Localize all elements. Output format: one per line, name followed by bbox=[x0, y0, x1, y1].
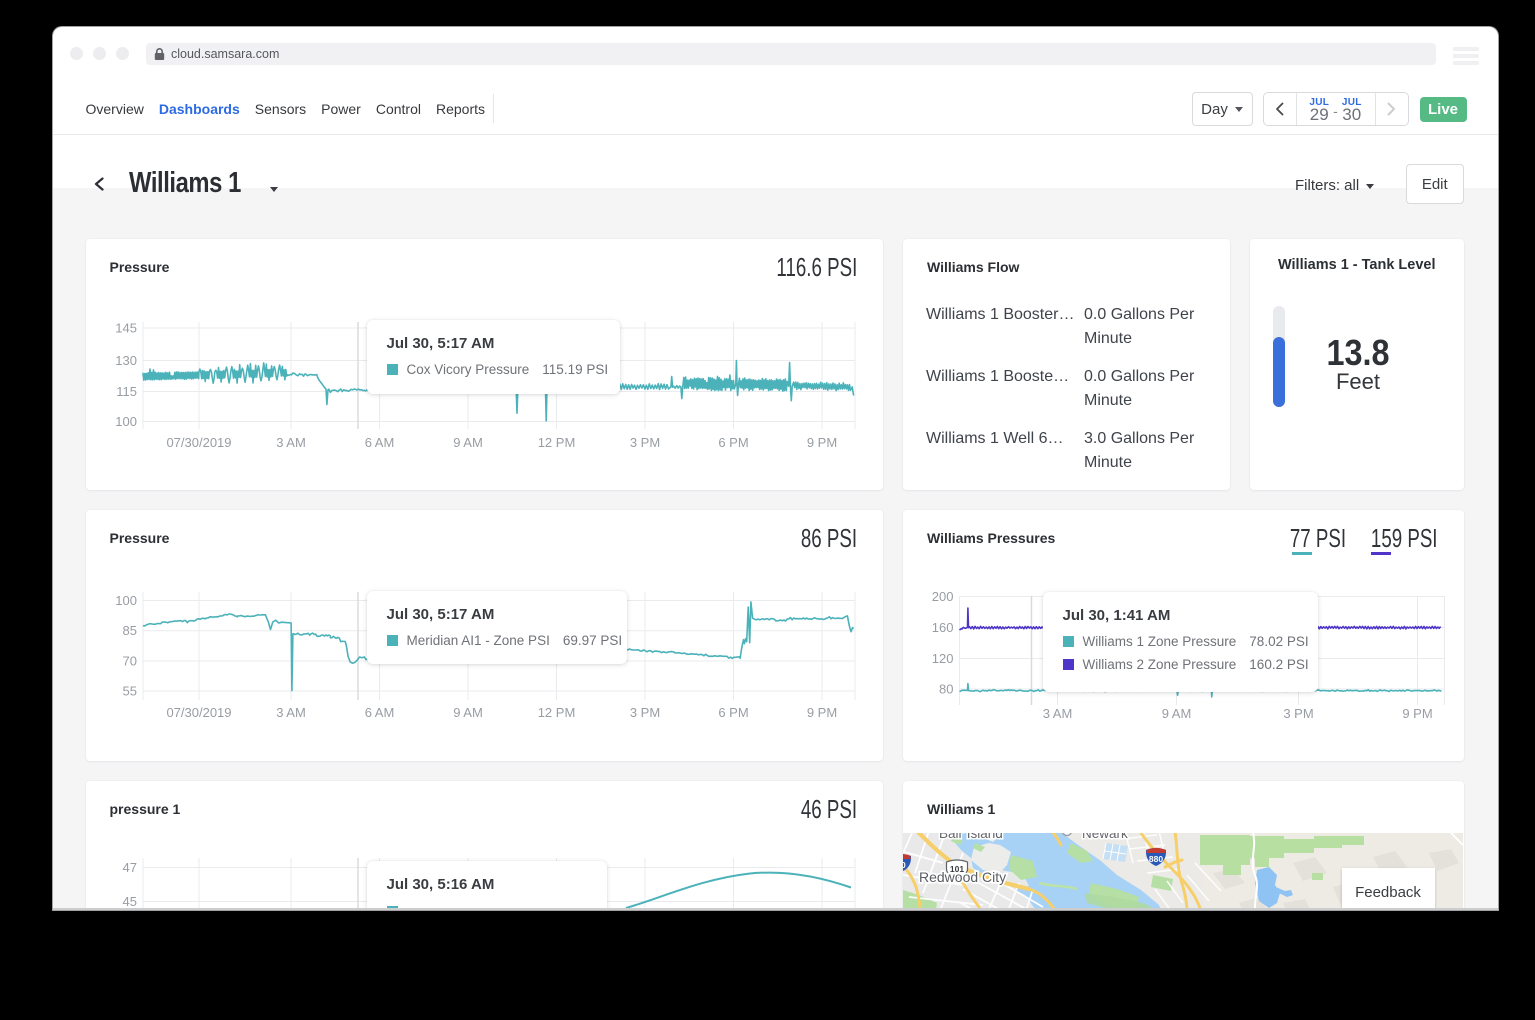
svg-text:880: 880 bbox=[1149, 854, 1163, 864]
svg-text:9 PM: 9 PM bbox=[806, 705, 836, 720]
svg-text:3 PM: 3 PM bbox=[629, 435, 659, 450]
svg-text:6 AM: 6 AM bbox=[364, 435, 394, 450]
svg-text:9 PM: 9 PM bbox=[1402, 706, 1432, 721]
svg-text:80: 80 bbox=[939, 682, 953, 697]
svg-text:70: 70 bbox=[122, 654, 136, 669]
svg-text:3 PM: 3 PM bbox=[1283, 706, 1313, 721]
svg-text:Bair Island: Bair Island bbox=[939, 833, 1003, 841]
svg-text:07/30/2019: 07/30/2019 bbox=[166, 435, 231, 450]
svg-text:9 AM: 9 AM bbox=[453, 435, 483, 450]
svg-text:9 AM: 9 AM bbox=[453, 705, 483, 720]
svg-text:200: 200 bbox=[932, 589, 954, 604]
svg-text:12 PM: 12 PM bbox=[537, 435, 575, 450]
svg-text:3 AM: 3 AM bbox=[276, 705, 306, 720]
svg-text:Newark: Newark bbox=[1082, 833, 1128, 841]
svg-text:9 AM: 9 AM bbox=[1162, 706, 1192, 721]
svg-text:120: 120 bbox=[932, 651, 954, 666]
svg-text:100: 100 bbox=[115, 414, 137, 429]
svg-text:07/30/2019: 07/30/2019 bbox=[166, 705, 231, 720]
svg-text:100: 100 bbox=[115, 593, 137, 608]
svg-text:12 PM: 12 PM bbox=[537, 705, 575, 720]
svg-text:3 AM: 3 AM bbox=[1043, 706, 1073, 721]
svg-text:6 AM: 6 AM bbox=[364, 705, 394, 720]
svg-text:145: 145 bbox=[115, 321, 137, 336]
svg-text:3 AM: 3 AM bbox=[276, 435, 306, 450]
svg-text:3 PM: 3 PM bbox=[629, 705, 659, 720]
svg-text:115: 115 bbox=[116, 384, 137, 399]
svg-text:47: 47 bbox=[122, 860, 136, 875]
svg-text:85: 85 bbox=[122, 623, 136, 638]
svg-text:130: 130 bbox=[115, 353, 137, 368]
svg-text:55: 55 bbox=[122, 684, 136, 699]
svg-text:6 PM: 6 PM bbox=[718, 705, 748, 720]
svg-text:6 PM: 6 PM bbox=[718, 435, 748, 450]
svg-text:9 PM: 9 PM bbox=[806, 435, 836, 450]
svg-text:80: 80 bbox=[903, 860, 906, 870]
svg-text:160: 160 bbox=[932, 620, 954, 635]
svg-text:Redwood City: Redwood City bbox=[919, 869, 1006, 885]
